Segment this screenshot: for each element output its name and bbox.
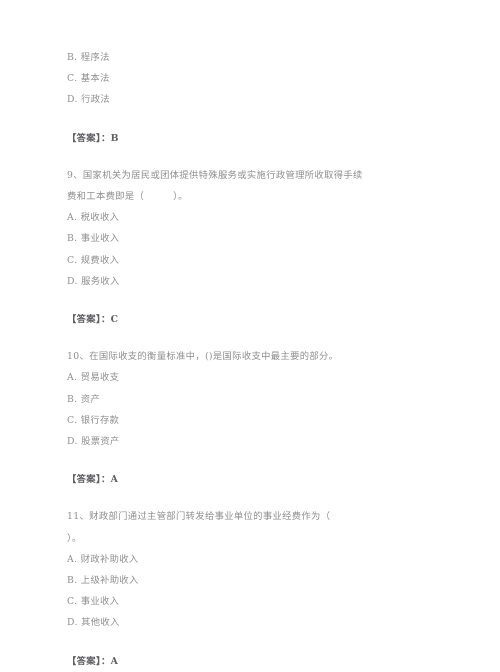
answer-block: 【答案】：A [67,469,448,490]
answer-text: 【答案】：A [67,655,119,667]
question-stem-line: ）。 [67,532,82,544]
option-item: A. 税收收入 [67,212,120,224]
answer-text: 【答案】：B [67,132,119,144]
option-item: B. 上级补助收入 [67,575,139,587]
question-block-11: 11、财政部门通过主管部门转发给事业单位的事业经费作为（ ）。 A. 财政补助收… [67,506,448,633]
question-stem-line: 10、在国际收支的衡量标准中，()是国际收支中最主要的部分。 [67,351,339,363]
option-item: D. 行政法 [67,94,111,106]
options-group: B. 程序法 C. 基本法 D. 行政法 [67,47,448,111]
answer-text: 【答案】：C [67,314,119,326]
option-item: D. 服务收入 [67,275,120,287]
option-item: D. 股票资产 [67,436,120,448]
option-item: C. 基本法 [67,73,110,85]
question-stem-line: 11、财政部门通过主管部门转发给事业单位的事业经费作为（ [67,511,331,523]
option-item: B. 程序法 [67,52,110,63]
question-stem-line: 费和工本费即是（ ）。 [67,191,188,203]
option-item: C. 事业收入 [67,596,120,608]
question-stem-line: 9、国家机关为居民或团体提供特殊服务或实施行政管理所收取得手续 [67,169,363,181]
option-item: D. 其他收入 [67,617,120,629]
question-block-9: 9、国家机关为居民或团体提供特殊服务或实施行政管理所收取得手续 费和工本费即是（… [67,165,448,292]
exam-document-page: B. 程序法 C. 基本法 D. 行政法 【答案】：B 9、国家机关为居民或团体… [0,0,500,667]
answer-block: 【答案】：B [67,128,448,149]
option-item: C. 银行存款 [67,414,120,426]
answer-text: 【答案】：A [67,474,119,486]
option-item: A. 贸易收支 [67,372,120,384]
option-item: B. 资产 [67,393,101,405]
option-item: B. 事业收入 [67,233,120,245]
answer-block: 【答案】：C [67,309,448,330]
option-item: C. 规费收入 [67,254,120,266]
answer-block: 【答案】：A [67,651,448,672]
option-item: A. 财政补助收入 [67,553,139,565]
question-block-10: 10、在国际收支的衡量标准中，()是国际收支中最主要的部分。 A. 贸易收支 B… [67,346,448,452]
